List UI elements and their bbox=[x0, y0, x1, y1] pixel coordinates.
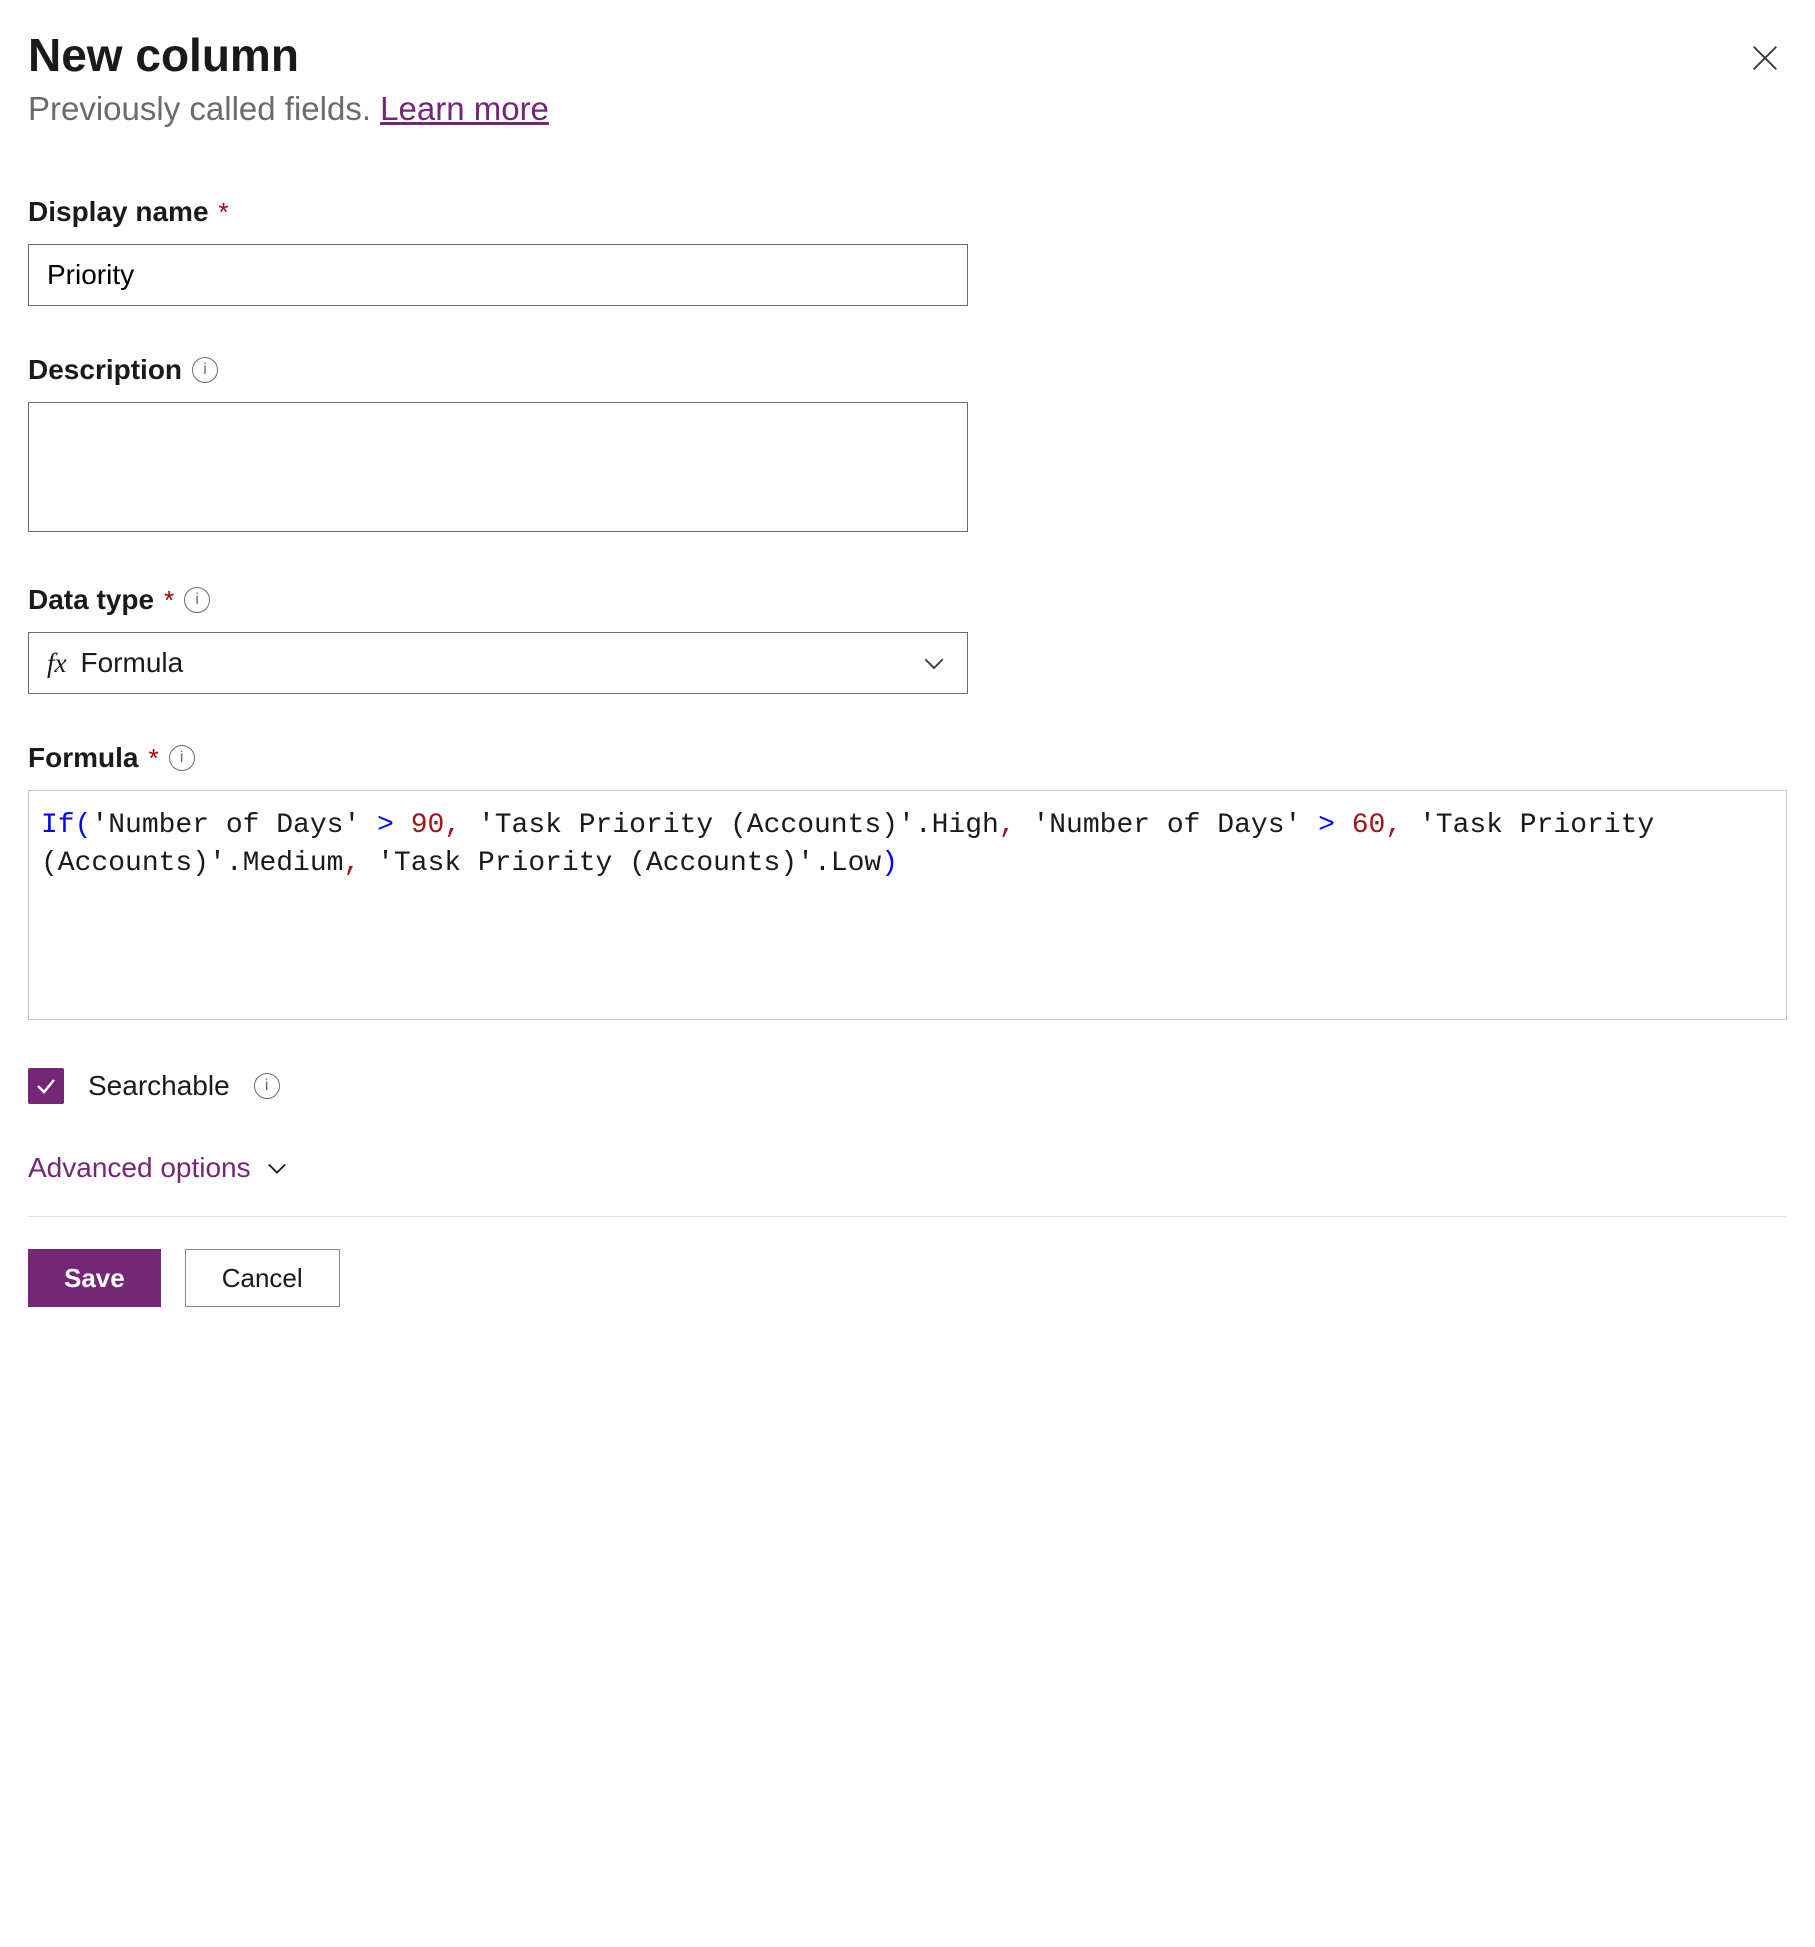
data-type-label: Data type bbox=[28, 584, 154, 616]
required-indicator: * bbox=[219, 197, 229, 228]
panel-subtitle: Previously called fields. Learn more bbox=[28, 90, 1743, 128]
info-icon[interactable]: i bbox=[254, 1073, 280, 1099]
checkmark-icon bbox=[34, 1074, 58, 1098]
data-type-selected: Formula bbox=[81, 647, 920, 679]
info-icon[interactable]: i bbox=[169, 745, 195, 771]
info-icon[interactable]: i bbox=[184, 587, 210, 613]
display-name-input[interactable] bbox=[28, 244, 968, 306]
panel-title: New column bbox=[28, 28, 1743, 82]
new-column-panel: New column Previously called fields. Lea… bbox=[28, 28, 1787, 1307]
formula-group: Formula * i If('Number of Days' > 90, 'T… bbox=[28, 742, 1787, 1020]
chevron-down-icon bbox=[919, 648, 949, 678]
description-input[interactable] bbox=[28, 402, 968, 532]
data-type-select[interactable]: fx Formula bbox=[28, 632, 968, 694]
subtitle-text: Previously called fields. bbox=[28, 90, 380, 127]
description-group: Description i bbox=[28, 354, 1787, 536]
formula-icon: fx bbox=[47, 648, 67, 679]
formula-editor[interactable]: If('Number of Days' > 90, 'Task Priority… bbox=[28, 790, 1787, 1020]
formula-label: Formula bbox=[28, 742, 138, 774]
cancel-button[interactable]: Cancel bbox=[185, 1249, 340, 1307]
save-button[interactable]: Save bbox=[28, 1249, 161, 1307]
advanced-options-label: Advanced options bbox=[28, 1152, 251, 1184]
display-name-label: Display name bbox=[28, 196, 209, 228]
required-indicator: * bbox=[148, 743, 158, 774]
close-icon bbox=[1748, 41, 1782, 75]
panel-header: New column Previously called fields. Lea… bbox=[28, 28, 1787, 128]
data-type-group: Data type * i fx Formula bbox=[28, 584, 1787, 694]
close-button[interactable] bbox=[1743, 36, 1787, 80]
searchable-checkbox[interactable] bbox=[28, 1068, 64, 1104]
required-indicator: * bbox=[164, 585, 174, 616]
advanced-options-toggle[interactable]: Advanced options bbox=[28, 1152, 1787, 1184]
display-name-group: Display name * bbox=[28, 196, 1787, 306]
info-icon[interactable]: i bbox=[192, 357, 218, 383]
panel-footer: Save Cancel bbox=[28, 1216, 1787, 1307]
searchable-label: Searchable bbox=[88, 1070, 230, 1102]
description-label: Description bbox=[28, 354, 182, 386]
searchable-row: Searchable i bbox=[28, 1068, 1787, 1104]
chevron-down-icon bbox=[263, 1154, 291, 1182]
learn-more-link[interactable]: Learn more bbox=[380, 90, 549, 127]
